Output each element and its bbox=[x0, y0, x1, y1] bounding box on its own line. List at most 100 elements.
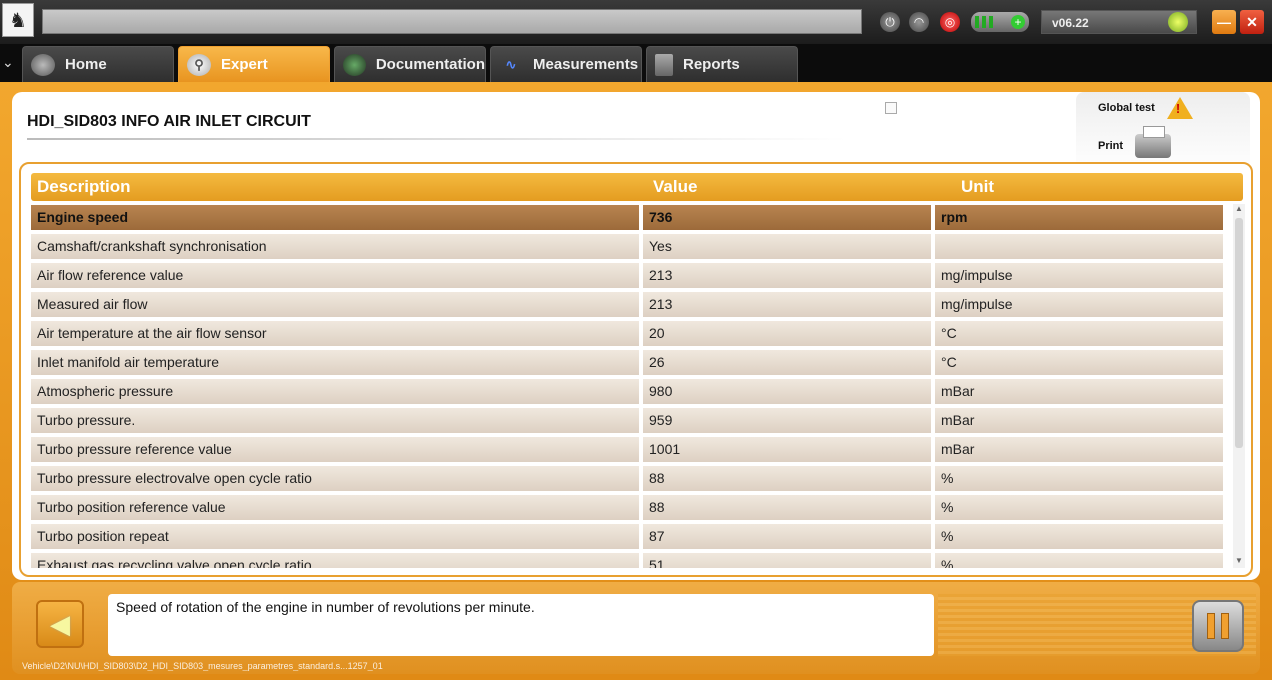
home-icon bbox=[31, 53, 55, 76]
value-cell: Yes bbox=[643, 234, 931, 259]
battery-bar-icon bbox=[982, 16, 986, 28]
description-cell: Measured air flow bbox=[31, 292, 639, 317]
table-row[interactable]: Turbo pressure electrovalve open cycle r… bbox=[31, 465, 1227, 494]
close-button[interactable]: ✕ bbox=[1240, 10, 1264, 34]
value-cell: 959 bbox=[643, 408, 931, 433]
update-icon[interactable] bbox=[1168, 12, 1188, 32]
battery-indicator: + bbox=[971, 12, 1029, 32]
value-cell: 736 bbox=[643, 205, 931, 230]
description-cell: Turbo pressure electrovalve open cycle r… bbox=[31, 466, 639, 491]
back-button[interactable]: ◀ bbox=[36, 600, 84, 648]
description-cell: Atmospheric pressure bbox=[31, 379, 639, 404]
warning-icon: ! bbox=[1166, 97, 1193, 119]
print-label: Print bbox=[1098, 140, 1124, 152]
power-icon[interactable]: ⏻ bbox=[880, 12, 900, 32]
tab-reports[interactable]: Reports bbox=[646, 46, 798, 82]
battery-bar-icon bbox=[975, 16, 979, 28]
file-path: Vehicle\D2\NU\HDI_SID803\D2_HDI_SID803_m… bbox=[22, 661, 383, 671]
value-cell: 88 bbox=[643, 466, 931, 491]
tab-home[interactable]: Home bbox=[22, 46, 174, 82]
report-icon bbox=[655, 53, 673, 76]
tab-bar: ⌄ Home ⚲ Expert Documentation ∿ Measurem… bbox=[0, 44, 1272, 82]
target-icon[interactable]: ◎ bbox=[940, 12, 960, 32]
version-label: v06.22 bbox=[1052, 16, 1089, 30]
minimize-button[interactable]: — bbox=[1212, 10, 1236, 34]
waveform-icon: ∿ bbox=[505, 56, 517, 72]
header-value: Value bbox=[653, 177, 698, 196]
global-test-label: Global test bbox=[1098, 102, 1155, 114]
tab-documentation[interactable]: Documentation bbox=[334, 46, 486, 82]
unit-cell: °C bbox=[935, 350, 1223, 375]
table-row[interactable]: Turbo position repeat 87% bbox=[31, 523, 1227, 552]
command-bar bbox=[42, 9, 862, 34]
magnifier-icon: ⚲ bbox=[187, 53, 211, 76]
scroll-down-icon[interactable]: ▼ bbox=[1233, 556, 1245, 568]
description-cell: Turbo position repeat bbox=[31, 524, 639, 549]
description-cell: Inlet manifold air temperature bbox=[31, 350, 639, 375]
pause-icon bbox=[1207, 613, 1215, 639]
unit-cell: mBar bbox=[935, 379, 1223, 404]
page-title: HDI_SID803 INFO AIR INLET CIRCUIT bbox=[27, 113, 311, 130]
option-checkbox[interactable] bbox=[885, 102, 897, 114]
description-cell: Air flow reference value bbox=[31, 263, 639, 288]
headset-icon[interactable]: ◠ bbox=[909, 12, 929, 32]
unit-cell bbox=[935, 234, 1223, 259]
unit-cell: % bbox=[935, 495, 1223, 520]
value-cell: 213 bbox=[643, 292, 931, 317]
plus-icon: + bbox=[1011, 15, 1025, 29]
printer-icon bbox=[1135, 126, 1172, 158]
description-cell: Turbo position reference value bbox=[31, 495, 639, 520]
version-display: v06.22 bbox=[1041, 10, 1197, 34]
description-cell: Turbo pressure. bbox=[31, 408, 639, 433]
scroll-up-icon[interactable]: ▲ bbox=[1233, 204, 1245, 216]
unit-cell: mBar bbox=[935, 408, 1223, 433]
top-bar: ♞ ⏻ ◠ ◎ + v06.22 — ✕ bbox=[0, 0, 1272, 44]
peugeot-logo: ♞ bbox=[2, 3, 34, 37]
table-header: Description Value Unit bbox=[31, 173, 1243, 201]
content-panel: HDI_SID803 INFO AIR INLET CIRCUIT Global… bbox=[12, 92, 1260, 580]
scroll-thumb[interactable] bbox=[1235, 218, 1243, 448]
tab-measurements[interactable]: ∿ Measurements bbox=[490, 46, 642, 82]
value-cell: 87 bbox=[643, 524, 931, 549]
table-row[interactable]: Engine speed 736 rpm bbox=[31, 204, 1227, 233]
vertical-scrollbar[interactable]: ▲ ▼ bbox=[1233, 204, 1245, 568]
unit-cell: % bbox=[935, 524, 1223, 549]
unit-cell: mg/impulse bbox=[935, 292, 1223, 317]
battery-bar-icon bbox=[989, 16, 993, 28]
description-cell: Turbo pressure reference value bbox=[31, 437, 639, 462]
table-row[interactable]: Air temperature at the air flow sensor 20… bbox=[31, 320, 1227, 349]
table-row[interactable]: Air flow reference value 213 mg/impulse bbox=[31, 262, 1227, 291]
global-test-button[interactable]: Global test ! bbox=[1098, 97, 1193, 119]
value-cell: 26 bbox=[643, 350, 931, 375]
value-cell: 980 bbox=[643, 379, 931, 404]
chevron-down-icon[interactable]: ⌄ bbox=[2, 54, 14, 71]
header-description: Description bbox=[37, 177, 131, 196]
unit-cell: mg/impulse bbox=[935, 263, 1223, 288]
print-button[interactable]: Print bbox=[1098, 126, 1172, 158]
main-area: HDI_SID803 INFO AIR INLET CIRCUIT Global… bbox=[0, 82, 1272, 680]
table-row[interactable]: Turbo position reference value 88% bbox=[31, 494, 1227, 523]
table-row[interactable]: Measured air flow 213 mg/impulse bbox=[31, 291, 1227, 320]
table-row[interactable]: Camshaft/crankshaft synchronisation Yes bbox=[31, 233, 1227, 262]
description-cell: Camshaft/crankshaft synchronisation bbox=[31, 234, 639, 259]
parameter-description: Speed of rotation of the engine in numbe… bbox=[108, 594, 934, 656]
tab-expert[interactable]: ⚲ Expert bbox=[178, 46, 330, 82]
description-cell: Exhaust gas recycling valve open cycle r… bbox=[31, 553, 639, 568]
pause-button[interactable] bbox=[1192, 600, 1244, 652]
side-actions-panel: Global test ! Print bbox=[1076, 92, 1250, 172]
unit-cell: mBar bbox=[935, 437, 1223, 462]
pause-icon bbox=[1221, 613, 1229, 639]
bottom-bar: ◀ Speed of rotation of the engine in num… bbox=[12, 582, 1260, 674]
table-row[interactable]: Turbo pressure reference value 1001 mBar bbox=[31, 436, 1227, 465]
table-row[interactable]: Turbo pressure. 959 mBar bbox=[31, 407, 1227, 436]
value-cell: 20 bbox=[643, 321, 931, 346]
table-row[interactable]: Inlet manifold air temperature 26 °C bbox=[31, 349, 1227, 378]
value-cell: 213 bbox=[643, 263, 931, 288]
table-row[interactable]: Atmospheric pressure 980 mBar bbox=[31, 378, 1227, 407]
unit-cell: % bbox=[935, 553, 1223, 568]
value-cell: 88 bbox=[643, 495, 931, 520]
description-cell: Air temperature at the air flow sensor bbox=[31, 321, 639, 346]
unit-cell: rpm bbox=[935, 205, 1223, 230]
table-body: Engine speed 736 rpm Camshaft/crankshaft sy… bbox=[31, 204, 1227, 568]
table-row[interactable]: Exhaust gas recycling valve open cycle r… bbox=[31, 552, 1227, 568]
